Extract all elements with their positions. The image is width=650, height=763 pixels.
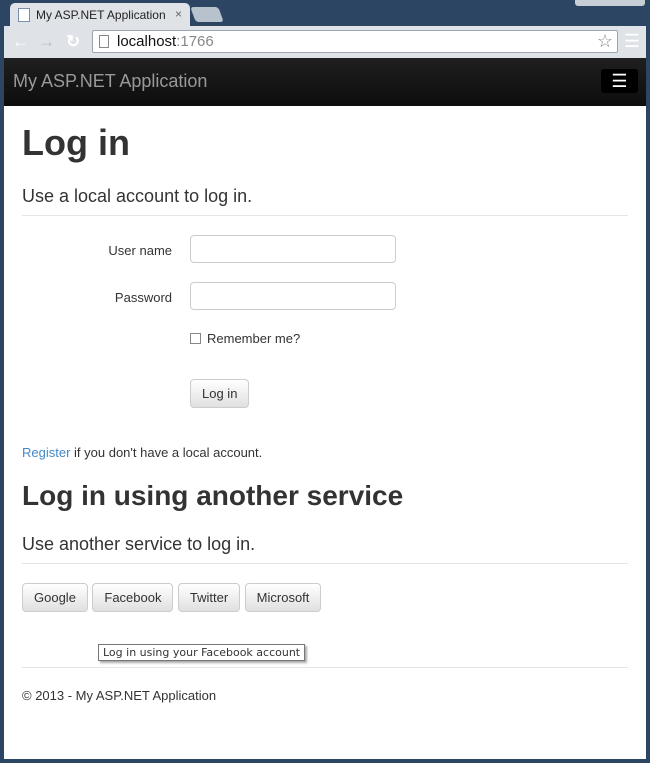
username-input[interactable] [190,235,396,263]
facebook-tooltip: Log in using your Facebook account [98,644,306,661]
url-port: :1766 [176,33,214,50]
password-label: Password [114,290,172,305]
page-title: Log in [22,122,130,163]
login-button[interactable]: Log in [190,379,250,408]
reload-icon[interactable]: ↻ [66,32,80,52]
tab-title: My ASP.NET Application [36,8,166,22]
external-login-title: Log in using another service [22,480,404,511]
footer: © 2013 - My ASP.NET Application [22,667,628,703]
checkbox-box[interactable] [190,333,201,344]
forward-icon[interactable]: → [38,32,55,52]
brand-link[interactable]: My ASP.NET Application [13,71,207,92]
username-label: User name [108,243,172,258]
external-login-subtitle: Use another service to log in. [22,534,628,564]
navbar: My ASP.NET Application ☰ [4,58,646,106]
external-providers: Google Facebook Twitter Microsoft [22,583,628,612]
register-suffix: if you don't have a local account. [70,445,263,460]
page: My ASP.NET Application ☰ Log in Use a lo… [4,58,646,759]
new-tab-button[interactable] [190,7,224,22]
tab-strip: My ASP.NET Application × [0,0,650,27]
remember-me-checkbox[interactable]: Remember me? [190,331,300,346]
page-favicon-icon [18,8,30,22]
window-controls[interactable] [575,0,645,6]
address-bar[interactable]: localhost:1766 ☆ [92,30,618,53]
register-text: Register if you don't have a local accou… [22,445,628,460]
back-icon[interactable]: ← [12,32,29,52]
close-tab-icon[interactable]: × [175,7,182,21]
browser-menu-icon[interactable]: ☰ [624,31,640,52]
page-icon [99,35,109,48]
password-input[interactable] [190,282,396,310]
login-subtitle: Use a local account to log in. [22,186,628,216]
browser-toolbar: ← → ↻ localhost:1766 ☆ ☰ [4,26,646,58]
footer-text: © 2013 - My ASP.NET Application [22,688,217,703]
google-login-button[interactable]: Google [22,583,88,612]
twitter-login-button[interactable]: Twitter [177,583,241,612]
facebook-login-button[interactable]: Facebook [92,583,174,612]
navbar-toggle-button[interactable]: ☰ [601,69,638,93]
remember-me-label: Remember me? [207,331,301,346]
bookmark-star-icon[interactable]: ☆ [597,31,613,52]
register-link[interactable]: Register [22,445,70,460]
microsoft-login-button[interactable]: Microsoft [244,583,322,612]
url-host: localhost [117,33,177,50]
browser-tab[interactable]: My ASP.NET Application × [10,3,190,27]
